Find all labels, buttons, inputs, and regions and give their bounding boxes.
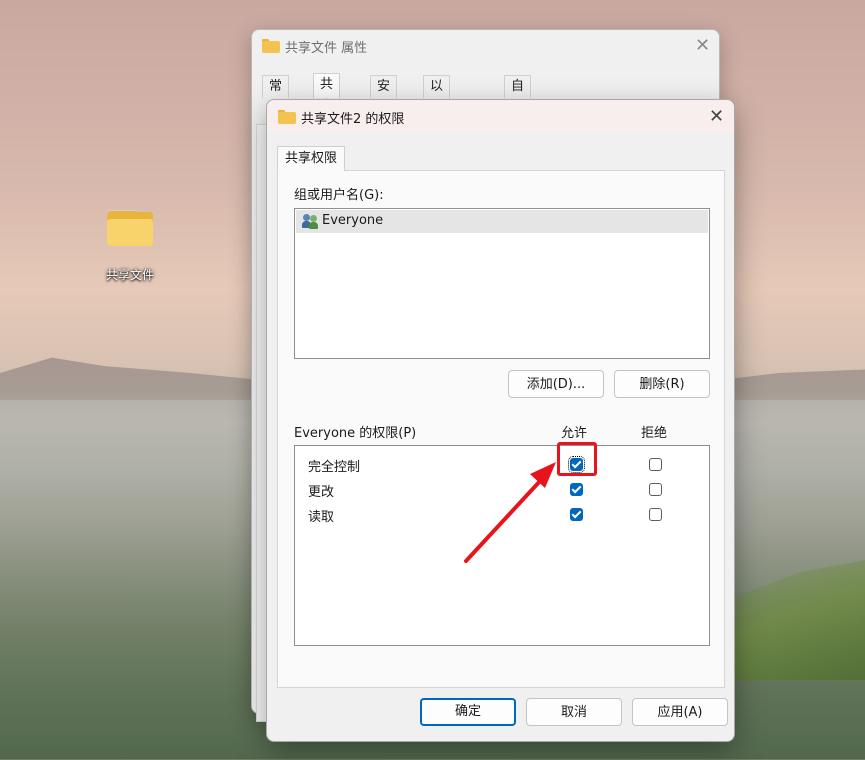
tab-customize[interactable]: 自定义 [504, 75, 532, 138]
user-name: Everyone [322, 213, 384, 228]
tab-security[interactable]: 安全 [370, 75, 398, 116]
add-button[interactable]: 添加(D)... [508, 370, 604, 398]
desktop-folder-shortcut[interactable]: 共享文件 [98, 210, 162, 283]
ok-button[interactable]: 确定 [420, 698, 516, 726]
annotation-highlight-box [557, 442, 597, 476]
folder-icon [278, 110, 296, 124]
close-icon[interactable]: ✕ [709, 108, 724, 126]
folder-icon [262, 39, 280, 53]
group-label: 组或用户名(G): [294, 188, 384, 203]
deny-change-checkbox[interactable] [649, 483, 662, 496]
remove-button[interactable]: 删除(R) [614, 370, 710, 398]
desktop-folder-label: 共享文件 [105, 268, 154, 282]
tab-share-permissions[interactable]: 共享权限 [277, 146, 346, 171]
permissions-dialog: 共享文件2 的权限 ✕ 共享权限 组或用户名(G): Everyone 添加(D… [266, 99, 735, 742]
permissions-label: Everyone 的权限(P) [294, 426, 417, 441]
allow-header: 允许 [561, 426, 588, 441]
allow-change-checkbox[interactable] [570, 483, 583, 496]
properties-title: 共享文件 属性 [285, 41, 368, 56]
deny-full-control-checkbox[interactable] [649, 458, 662, 471]
cancel-button[interactable]: 取消 [526, 698, 622, 726]
user-listbox[interactable]: Everyone [294, 208, 710, 359]
permission-change: 更改 [308, 485, 335, 500]
permission-read: 读取 [308, 510, 335, 525]
deny-header: 拒绝 [641, 426, 668, 441]
folder-icon [107, 210, 153, 246]
tab-sharing[interactable]: 共享 [313, 73, 341, 114]
tab-previous-versions[interactable]: 以前的版本 [423, 75, 451, 182]
tab-general[interactable]: 常规 [262, 75, 290, 116]
properties-titlebar: 共享文件 属性 ✕ [252, 30, 719, 62]
permission-full-control: 完全控制 [308, 460, 361, 475]
users-icon [302, 214, 318, 229]
permissions-panel: 组或用户名(G): Everyone 添加(D)... 删除(R) Everyo… [277, 170, 725, 688]
dialog-titlebar: 共享文件2 的权限 ✕ [267, 100, 734, 132]
allow-read-checkbox[interactable] [570, 508, 583, 521]
permissions-table: 完全控制 更改 读取 [294, 445, 710, 646]
apply-button[interactable]: 应用(A) [632, 698, 728, 726]
list-item[interactable]: Everyone [296, 210, 708, 233]
close-icon[interactable]: ✕ [695, 37, 710, 55]
dialog-title: 共享文件2 的权限 [301, 112, 405, 127]
deny-read-checkbox[interactable] [649, 508, 662, 521]
